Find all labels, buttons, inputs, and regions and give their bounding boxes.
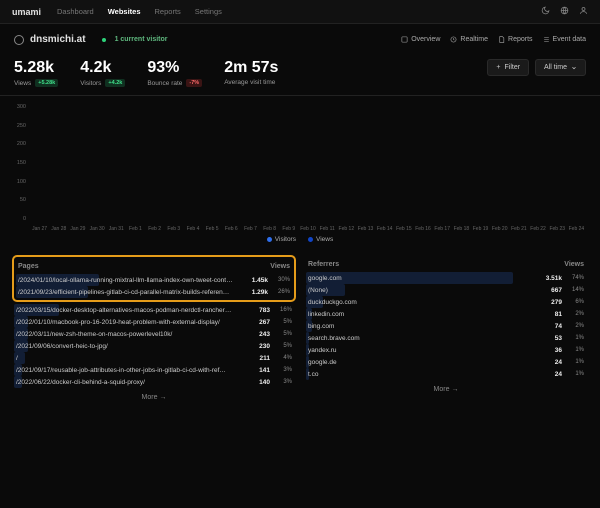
- pages-title: Pages: [18, 263, 39, 270]
- site-header: dnsmichi.at 1 current visitor Overview R…: [0, 24, 600, 55]
- visitors-delta-badge: +4.2k: [105, 79, 125, 87]
- table-row[interactable]: google.de241%: [306, 356, 586, 368]
- brand-logo: umami: [12, 7, 41, 17]
- site-name: dnsmichi.at: [30, 34, 86, 45]
- table-row[interactable]: /2114%: [14, 352, 294, 364]
- table-row[interactable]: /2022/01/10/macbook-pro-16-2019-heat-pro…: [14, 316, 294, 328]
- eventdata-link[interactable]: Event data: [543, 36, 586, 43]
- stat-avgtime: 2m 57s Average visit time: [224, 59, 278, 86]
- table-row[interactable]: google.com3.51k74%: [306, 272, 586, 284]
- visitor-count: 1 current visitor: [115, 36, 168, 43]
- table-row[interactable]: /2022/06/22/docker-cli-behind-a-squid-pr…: [14, 376, 294, 388]
- table-row[interactable]: yandex.ru361%: [306, 344, 586, 356]
- referrers-metric: Views: [564, 261, 584, 268]
- chart-plot: [30, 104, 586, 222]
- stats-row: 5.28k Views+5.28k 4.2k Visitors+4.2k 93%…: [0, 55, 600, 96]
- chart-area: 300250200150100500 Jan 27Jan 28Jan 29Jan…: [0, 96, 600, 253]
- chart-legend: Visitors Views: [14, 232, 586, 251]
- table-row[interactable]: /2021/09/23/efficient-pipelines-gitlab-c…: [16, 286, 292, 298]
- table-row[interactable]: /2024/01/10/local-ollama-running-mixtral…: [16, 274, 292, 286]
- table-row[interactable]: bing.com742%: [306, 320, 586, 332]
- pages-metric: Views: [270, 263, 290, 270]
- theme-icon[interactable]: [541, 6, 550, 17]
- table-row[interactable]: search.brave.com531%: [306, 332, 586, 344]
- top-nav: umami Dashboard Websites Reports Setting…: [0, 0, 600, 24]
- realtime-link[interactable]: Realtime: [450, 36, 488, 43]
- nav-links: Dashboard Websites Reports Settings: [57, 7, 222, 16]
- table-row[interactable]: /2021/09/17/reusable-job-attributes-in-o…: [14, 364, 294, 376]
- table-row[interactable]: linkedin.com812%: [306, 308, 586, 320]
- filter-button[interactable]: + Filter: [487, 59, 529, 76]
- tables-row: Pages Views /2024/01/10/local-ollama-runn…: [0, 253, 600, 411]
- legend-views: Views: [308, 236, 333, 243]
- views-delta-badge: +5.28k: [35, 79, 58, 87]
- table-row[interactable]: /2022/03/11/new-zsh-theme-on-macos-power…: [14, 328, 294, 340]
- referrers-title: Referrers: [308, 261, 339, 268]
- stat-visitors: 4.2k Visitors+4.2k: [80, 59, 125, 87]
- site-ring-icon: [14, 35, 24, 45]
- table-row[interactable]: duckduckgo.com2796%: [306, 296, 586, 308]
- table-row[interactable]: (None)66714%: [306, 284, 586, 296]
- referrers-more-button[interactable]: More: [306, 380, 586, 393]
- chevron-down-icon: [571, 65, 577, 71]
- daterange-select[interactable]: All time: [535, 59, 586, 76]
- table-row[interactable]: t.co241%: [306, 368, 586, 380]
- pages-panel: Pages Views /2024/01/10/local-ollama-runn…: [14, 257, 294, 401]
- stat-bounce: 93% Bounce rate-7%: [147, 59, 202, 87]
- nav-websites[interactable]: Websites: [108, 7, 141, 16]
- visitor-dot-icon: [102, 38, 106, 42]
- nav-reports[interactable]: Reports: [155, 7, 181, 16]
- overview-link[interactable]: Overview: [401, 36, 440, 43]
- referrers-panel: Referrers Views google.com3.51k74%(None)6…: [306, 257, 586, 401]
- table-row[interactable]: /2022/03/15/docker-desktop-alternatives-…: [14, 304, 294, 316]
- nav-settings[interactable]: Settings: [195, 7, 222, 16]
- globe-icon[interactable]: [560, 6, 569, 17]
- pages-more-button[interactable]: More: [14, 388, 294, 401]
- chart-y-axis: 300250200150100500: [12, 104, 26, 222]
- legend-visitors: Visitors: [267, 236, 296, 243]
- table-row[interactable]: /2021/09/06/convert-heic-to-jpg/2305%: [14, 340, 294, 352]
- nav-dashboard[interactable]: Dashboard: [57, 7, 94, 16]
- bounce-delta-badge: -7%: [186, 79, 202, 87]
- stat-views: 5.28k Views+5.28k: [14, 59, 58, 87]
- user-icon[interactable]: [579, 6, 588, 17]
- chart-x-axis: Jan 27Jan 28Jan 29Jan 30Jan 31Feb 1Feb 2…: [30, 226, 586, 232]
- reports-link[interactable]: Reports: [498, 36, 533, 43]
